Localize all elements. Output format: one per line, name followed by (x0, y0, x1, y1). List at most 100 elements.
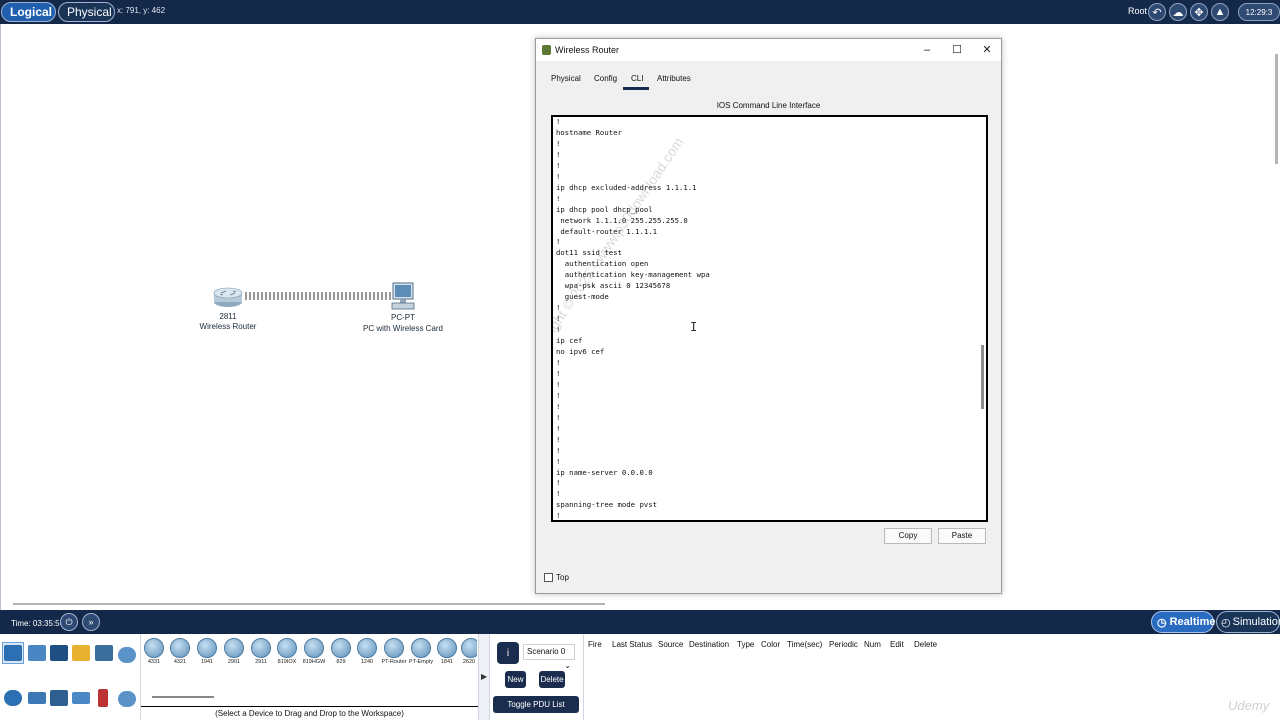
cli-scrollbar[interactable] (981, 345, 984, 409)
model-item[interactable]: 829 (328, 638, 354, 665)
network-devices-icon[interactable] (4, 645, 22, 661)
model-item[interactable]: 2911 (248, 638, 274, 665)
expand-arrow-icon[interactable]: ▶ (481, 672, 487, 681)
cli-line: ip name-server 0.0.0.0 (556, 467, 653, 477)
pc-device-icon[interactable] (389, 282, 417, 312)
vertical-scrollbar[interactable] (1275, 54, 1278, 164)
tab-config[interactable]: Config (594, 74, 617, 83)
copy-button[interactable]: Copy (884, 528, 932, 544)
cli-output: ! hostname Router!!!! ip dhcp excluded-add… (556, 117, 710, 521)
active-tab-indicator (623, 87, 649, 90)
top-checkbox[interactable] (544, 573, 553, 582)
model-item[interactable]: 1841 (434, 638, 460, 665)
router-model-icon (411, 638, 431, 658)
info-icon[interactable]: i (497, 642, 519, 664)
tab-attributes[interactable]: Attributes (657, 74, 691, 83)
close-button[interactable]: ✕ (976, 42, 998, 58)
model-item[interactable]: 4331 (141, 638, 167, 665)
model-list-scrollbar[interactable] (152, 696, 214, 698)
physical-view-tab[interactable]: Physical (58, 2, 115, 22)
switches-icon[interactable] (28, 692, 46, 704)
model-item[interactable]: PT-Router (381, 638, 407, 665)
simulation-mode-button[interactable]: ◴ Simulation (1216, 611, 1280, 633)
move-icon[interactable]: ✥ (1190, 3, 1208, 21)
components-icon[interactable] (50, 645, 68, 661)
cloud-icon[interactable]: ☁ (1169, 3, 1187, 21)
router-model-icon (144, 638, 164, 658)
cli-line: ! (556, 423, 561, 433)
router-model-icon (304, 638, 324, 658)
delete-scenario-button[interactable]: Delete (539, 671, 565, 688)
model-item[interactable]: 1941 (194, 638, 220, 665)
wan-emulation-icon[interactable] (118, 691, 136, 707)
cli-line: spanning-tree mode pvst (556, 500, 658, 510)
security-icon[interactable] (98, 689, 108, 707)
logical-view-tab[interactable]: Logical (1, 2, 56, 22)
tab-physical[interactable]: Physical (551, 74, 581, 83)
model-label: PT-Empty (408, 659, 434, 665)
pdu-column-header: Delete (914, 640, 938, 649)
tab-cli[interactable]: CLI (631, 74, 643, 83)
model-label: 1841 (440, 659, 454, 665)
new-scenario-button[interactable]: New (505, 671, 526, 688)
cli-line: ! (556, 511, 561, 521)
realtime-mode-button[interactable]: ◷ Realtime (1151, 611, 1216, 633)
cli-terminal[interactable]: ! hostname Router!!!! ip dhcp excluded-add… (551, 115, 988, 522)
router-model-icon (437, 638, 457, 658)
maximize-button[interactable]: ☐ (946, 42, 968, 58)
cli-line: ! (556, 149, 561, 159)
device-category-panel (0, 634, 141, 720)
model-item[interactable]: 2901 (221, 638, 247, 665)
scenario-panel: i Scenario 0 ⌄ New Delete Toggle PDU List… (490, 634, 583, 720)
model-item[interactable]: 4321 (167, 638, 193, 665)
dialog-titlebar[interactable]: Wireless Router – ☐ ✕ (536, 39, 1001, 61)
physical-tab-label: Physical (67, 5, 112, 19)
paste-button[interactable]: Paste (938, 528, 986, 544)
hubs-icon[interactable] (50, 690, 68, 706)
chevron-down-icon: ⌄ (564, 661, 571, 670)
scenario-select[interactable]: Scenario 0 ⌄ (523, 644, 575, 670)
routers-icon[interactable] (4, 690, 22, 706)
device-model-list: 4331 4321 1941 2901 2911 819IOX 819HGW 8… (141, 634, 478, 696)
logical-tab-label: Logical (10, 5, 53, 19)
model-item[interactable]: 819IOX (274, 638, 300, 665)
cursor-coordinates: x: 791, y: 462 (117, 6, 166, 15)
drag-hint: (Select a Device to Drag and Drop to the… (141, 706, 478, 720)
connections-icon[interactable] (72, 645, 90, 661)
wireless-devices-icon[interactable] (72, 692, 90, 704)
power-cycle-icon[interactable]: ⏻ (60, 613, 78, 631)
model-label: 1941 (200, 659, 214, 665)
fast-forward-icon[interactable]: » (82, 613, 100, 631)
back-icon[interactable]: ↶ (1148, 3, 1166, 21)
model-label: 819IOX (277, 659, 297, 665)
horizontal-scrollbar[interactable] (13, 603, 605, 605)
pdu-column-header: Periodic (829, 640, 858, 649)
packet-tracer-window: Logical Physical x: 791, y: 462 Root ↶ ☁… (0, 0, 1280, 720)
multiuser-icon[interactable] (118, 647, 136, 663)
model-item[interactable]: 819HGW (301, 638, 327, 665)
router-device-icon[interactable] (213, 286, 243, 308)
cli-line: ! (556, 303, 561, 313)
cli-line: ! (556, 314, 561, 324)
toggle-pdu-list-button[interactable]: Toggle PDU List Window (493, 696, 579, 720)
text-cursor-icon: I (690, 320, 698, 334)
cli-line: ! (556, 237, 561, 247)
time-bar: Time: 03:35:56 ⏻ » ◷ Realtime ◴ Simulation (0, 610, 1280, 634)
end-devices-icon[interactable] (28, 645, 46, 661)
clock-text: 12:29:3 (1245, 7, 1273, 17)
model-item[interactable]: PT-Empty (408, 638, 434, 665)
router-model-icon (197, 638, 217, 658)
model-item[interactable]: 1240 (354, 638, 380, 665)
router-model-icon (251, 638, 271, 658)
simulation-label: Simulation (1232, 616, 1280, 628)
image-icon[interactable]: ▲ (1211, 3, 1229, 21)
router-model-label: 2811 (219, 312, 237, 321)
model-label: 819HGW (302, 659, 326, 665)
router-model-icon (461, 638, 477, 658)
model-item[interactable]: 2620 (461, 638, 477, 665)
model-label: 2901 (227, 659, 241, 665)
router-model-icon (384, 638, 404, 658)
minimize-button[interactable]: – (916, 42, 938, 58)
realtime-label: Realtime (1169, 616, 1216, 628)
miscellaneous-icon[interactable] (95, 645, 113, 661)
